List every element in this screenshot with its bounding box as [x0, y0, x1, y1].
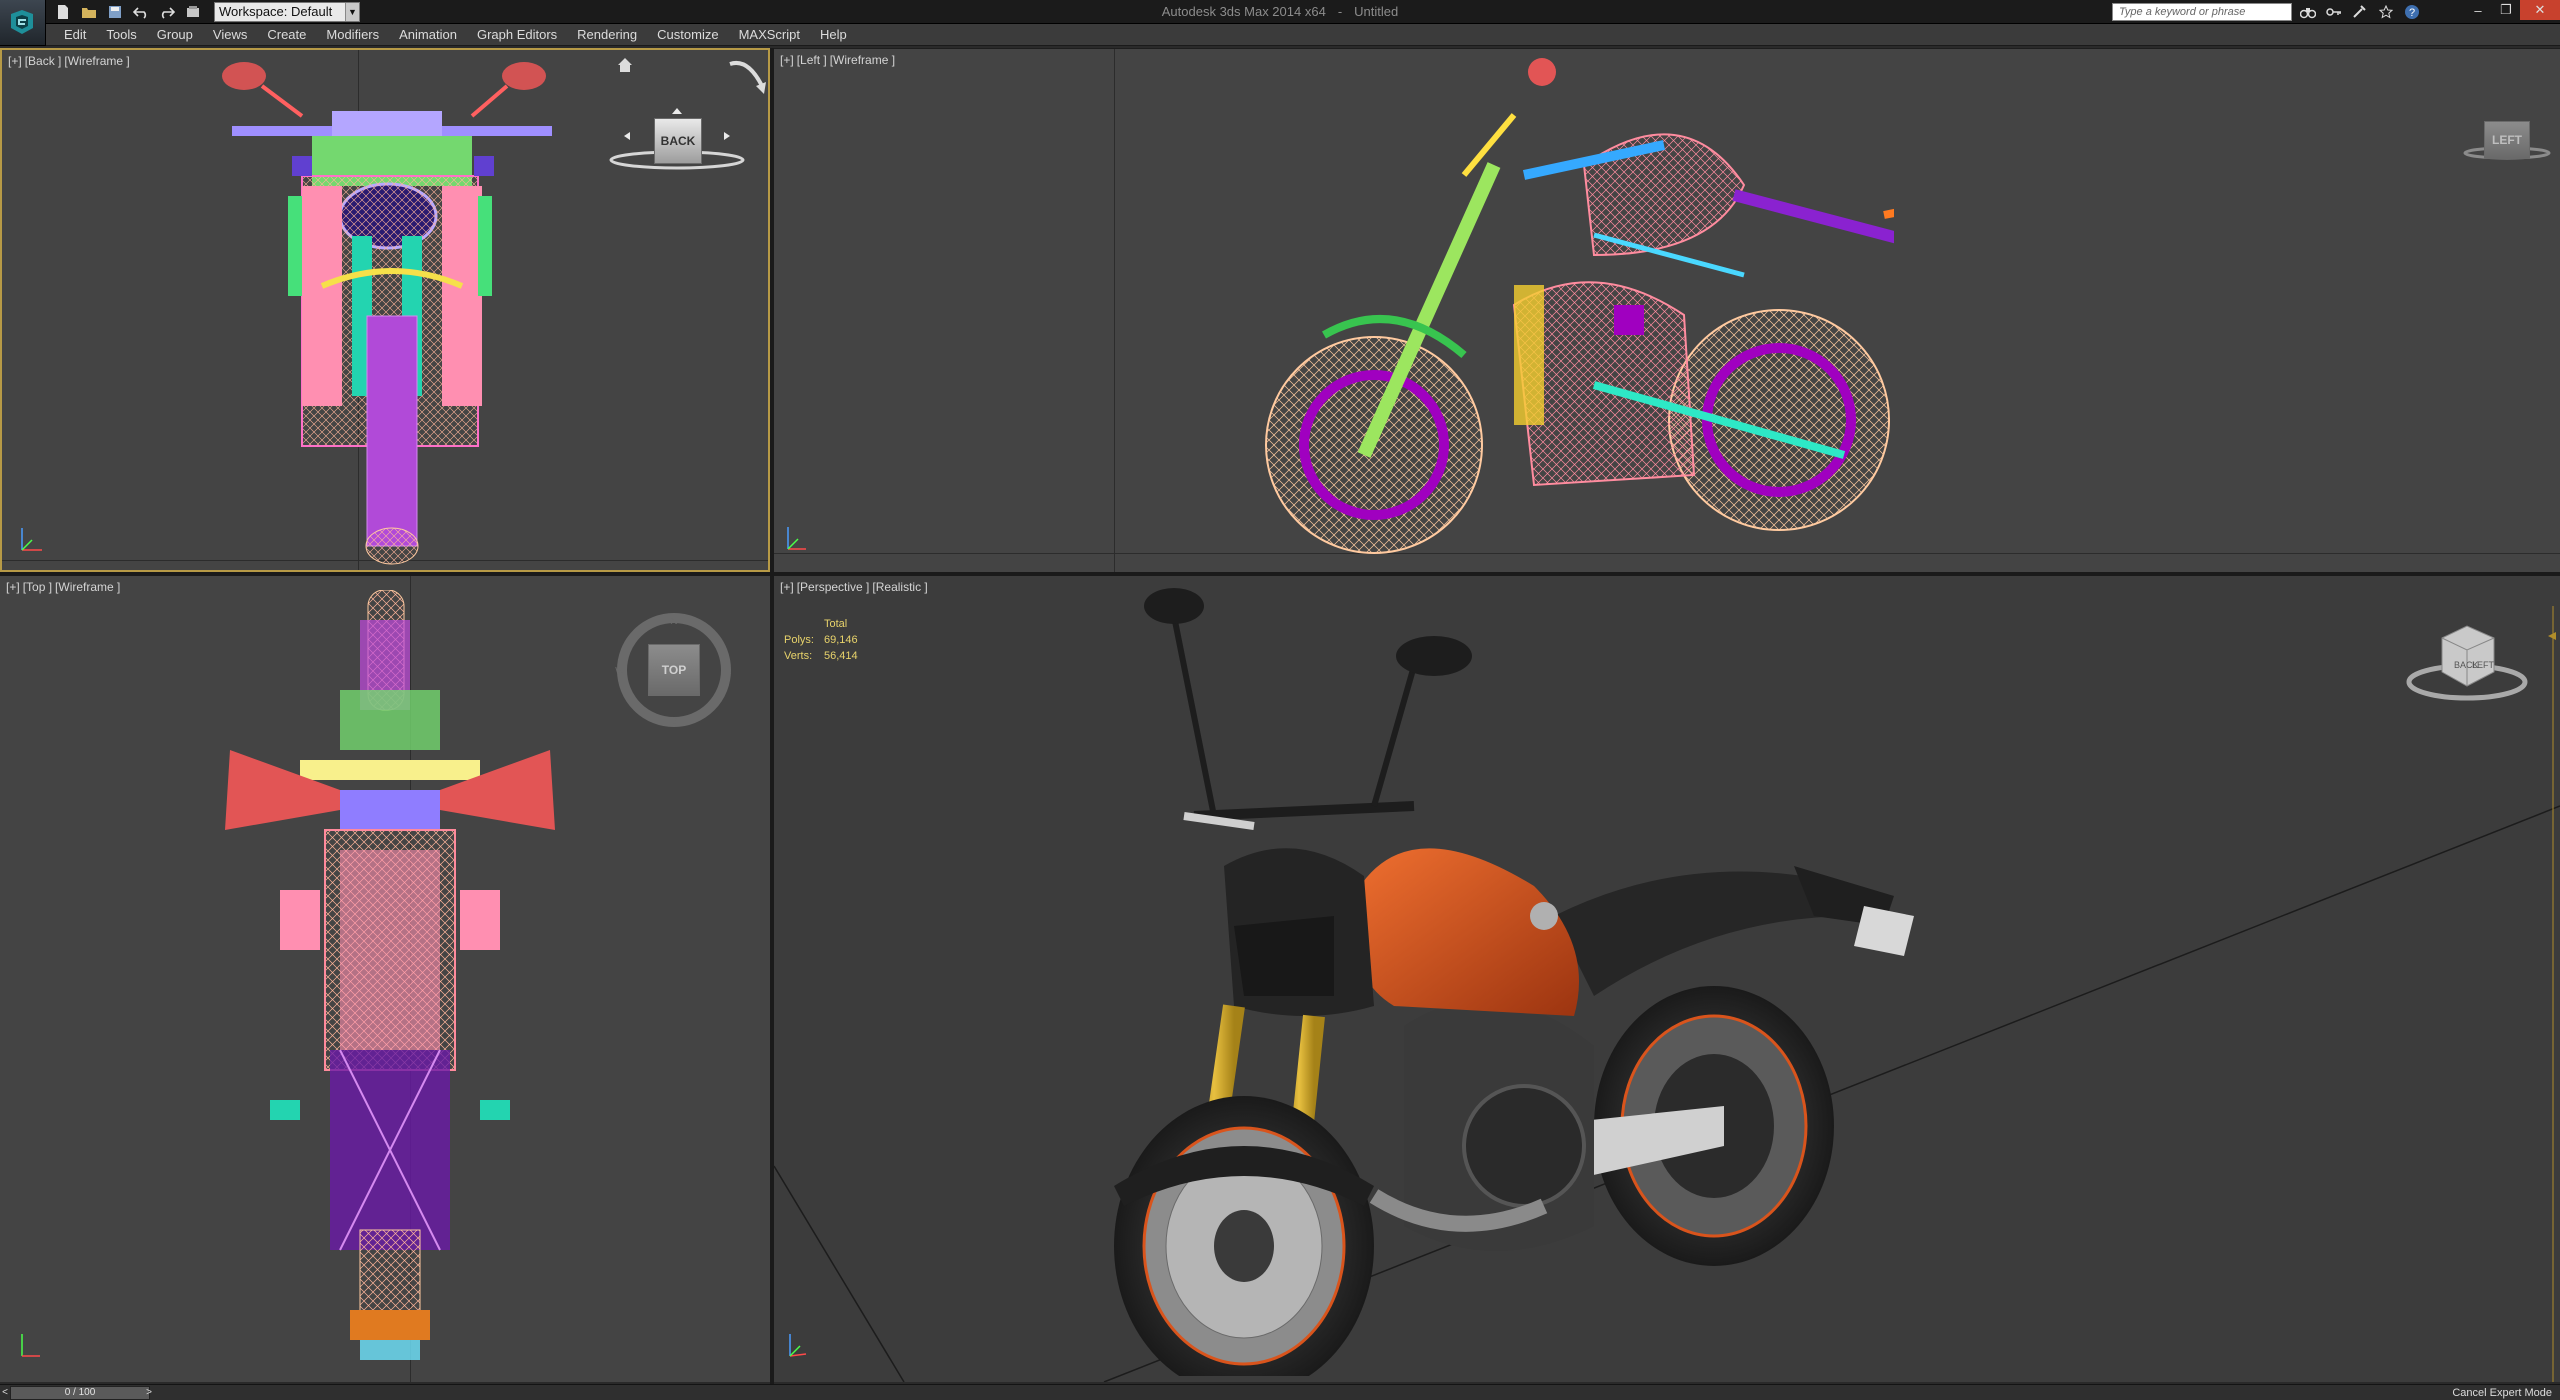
- viewport-view-menu[interactable]: [Top ]: [23, 580, 52, 594]
- menu-views[interactable]: Views: [203, 24, 257, 46]
- viewport-label[interactable]: [+] [Left ] [Wireframe ]: [780, 53, 898, 67]
- chevron-down-icon: ▼: [345, 3, 359, 21]
- axis-tripod: [787, 527, 806, 550]
- perspective-marker-line: [2548, 606, 2556, 1382]
- viewport-left[interactable]: [+] [Left ] [Wireframe ] LEFT: [774, 48, 2560, 572]
- viewport-shading-menu[interactable]: [Realistic ]: [872, 580, 927, 594]
- viewport-plus-menu[interactable]: [+]: [6, 580, 20, 594]
- star-icon[interactable]: [2374, 2, 2398, 22]
- svg-text:?: ?: [2409, 7, 2415, 19]
- menu-create[interactable]: Create: [257, 24, 316, 46]
- key-icon[interactable]: [2322, 2, 2346, 22]
- statistics-overlay: Total Polys: 69,146 Verts: 56,414: [784, 616, 858, 664]
- verts-label: Verts:: [784, 650, 813, 662]
- viewport-top[interactable]: [+] [Top ] [Wireframe ] N S W E TOP: [0, 576, 770, 1382]
- new-file-icon[interactable]: [52, 2, 74, 22]
- stats-header: Total: [824, 618, 848, 630]
- project-folder-icon[interactable]: [182, 2, 204, 22]
- quick-access-toolbar: [52, 2, 204, 22]
- help-icon[interactable]: ?: [2400, 2, 2424, 22]
- home-icon[interactable]: [616, 56, 634, 74]
- time-slider-prev-button[interactable]: <: [0, 1386, 10, 1400]
- viewport-shading-menu[interactable]: [Wireframe ]: [64, 54, 129, 68]
- viewport-back[interactable]: [+] [Back ] [Wireframe ] BACK: [0, 48, 770, 572]
- viewport-plus-menu[interactable]: [+]: [780, 53, 794, 67]
- menu-customize[interactable]: Customize: [647, 24, 728, 46]
- viewport-label[interactable]: [+] [Back ] [Wireframe ]: [8, 54, 133, 68]
- info-center-toolbar: ?: [2296, 2, 2424, 22]
- polys-label: Polys:: [784, 634, 814, 646]
- viewcube-left-label: LEFT: [2472, 660, 2495, 670]
- motorcycle-wireframe-back: [222, 62, 552, 565]
- grid-axis-line: [1114, 49, 1115, 572]
- axis-tripod: [789, 1334, 807, 1357]
- viewport-view-menu[interactable]: [Perspective ]: [797, 580, 870, 594]
- axis-tripod: [21, 1334, 40, 1357]
- svg-text:W: W: [615, 666, 625, 677]
- viewport-view-menu[interactable]: [Left ]: [797, 53, 827, 67]
- cancel-expert-mode-button[interactable]: Cancel Expert Mode: [2452, 1386, 2552, 1400]
- viewport-view-menu[interactable]: [Back ]: [25, 54, 62, 68]
- save-icon[interactable]: [104, 2, 126, 22]
- polys-value: 69,146: [824, 634, 858, 646]
- binoculars-icon[interactable]: [2296, 2, 2320, 22]
- verts-value: 56,414: [824, 650, 858, 662]
- menu-bar: Edit Tools Group Views Create Modifiers …: [46, 24, 2560, 46]
- motorcycle-render: [1114, 588, 1914, 1376]
- menu-help[interactable]: Help: [810, 24, 857, 46]
- menu-rendering[interactable]: Rendering: [567, 24, 647, 46]
- title-bar: Workspace: Default ▼ Autodesk 3ds Max 20…: [0, 0, 2560, 24]
- menu-modifiers[interactable]: Modifiers: [316, 24, 389, 46]
- status-bar: < 0 / 100 > Cancel Expert Mode: [0, 1384, 2560, 1400]
- viewcube-face[interactable]: BACK: [654, 118, 702, 164]
- viewport-label[interactable]: [+] [Top ] [Wireframe ]: [6, 580, 123, 594]
- svg-text:N: N: [670, 616, 677, 627]
- undo-icon[interactable]: [130, 2, 152, 22]
- search-input[interactable]: Type a keyword or phrase: [2112, 3, 2292, 21]
- menu-maxscript[interactable]: MAXScript: [729, 24, 810, 46]
- viewcube-face[interactable]: LEFT: [2484, 121, 2530, 159]
- tools-icon[interactable]: [2348, 2, 2372, 22]
- window-controls: – ❐ ✕: [2464, 0, 2560, 20]
- viewport-plus-menu[interactable]: [+]: [780, 580, 794, 594]
- viewport-label[interactable]: [+] [Perspective ] [Realistic ]: [780, 580, 931, 594]
- workspace-dropdown[interactable]: Workspace: Default ▼: [214, 2, 360, 22]
- rotate-arrow-icon[interactable]: [726, 56, 768, 96]
- app-title: Autodesk 3ds Max 2014 x64: [1161, 4, 1326, 19]
- open-file-icon[interactable]: [78, 2, 100, 22]
- motorcycle-wireframe-side: [1265, 58, 1894, 554]
- minimize-icon[interactable]: –: [2464, 0, 2492, 20]
- time-slider[interactable]: 0 / 100: [10, 1386, 150, 1400]
- menu-group[interactable]: Group: [147, 24, 203, 46]
- search-placeholder: Type a keyword or phrase: [2119, 6, 2246, 18]
- document-title: Untitled: [1354, 4, 1399, 19]
- viewport-shading-menu[interactable]: [Wireframe ]: [830, 53, 895, 67]
- viewport-plus-menu[interactable]: [+]: [8, 54, 22, 68]
- app-logo-icon: [11, 10, 33, 34]
- viewcube-face[interactable]: TOP: [648, 644, 700, 696]
- restore-icon[interactable]: ❐: [2492, 0, 2520, 20]
- menu-tools[interactable]: Tools: [96, 24, 146, 46]
- application-button[interactable]: [0, 0, 46, 46]
- viewport-perspective[interactable]: [+] [Perspective ] [Realistic ] Total Poly…: [774, 576, 2560, 1382]
- time-slider-next-button[interactable]: >: [142, 1386, 156, 1400]
- redo-icon[interactable]: [156, 2, 178, 22]
- motorcycle-wireframe-top: [225, 590, 555, 1360]
- menu-edit[interactable]: Edit: [54, 24, 96, 46]
- svg-text:S: S: [671, 716, 678, 727]
- menu-graph-editors[interactable]: Graph Editors: [467, 24, 567, 46]
- workspace-label: Workspace: Default: [219, 4, 333, 19]
- axis-tripod: [21, 528, 42, 551]
- svg-text:E: E: [725, 666, 732, 677]
- menu-animation[interactable]: Animation: [389, 24, 467, 46]
- close-icon[interactable]: ✕: [2520, 0, 2560, 20]
- viewport-shading-menu[interactable]: [Wireframe ]: [55, 580, 120, 594]
